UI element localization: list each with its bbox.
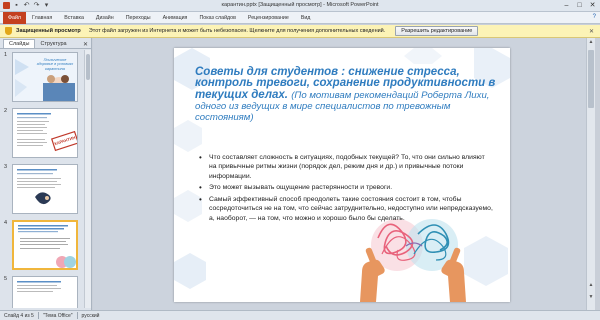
tab-animation[interactable]: Анимация	[157, 12, 194, 24]
slide-number: 1	[4, 52, 8, 58]
ribbon-tabs: Файл Главная Вставка Дизайн Переходы Ани…	[0, 11, 600, 24]
close-icon[interactable]: ✕	[83, 41, 88, 48]
tab-slides[interactable]: Слайды	[3, 39, 36, 48]
bullet-item: Что составляет сложность в ситуациях, по…	[196, 153, 494, 181]
scroll-up-icon[interactable]: ▲	[588, 39, 594, 45]
tab-transitions[interactable]: Переходы	[120, 12, 157, 24]
slide-thumbnails: 1 Психическое здоровье в условиях карант…	[0, 50, 84, 308]
window-title: карантин.pptx [Защищенный просмотр] - Mi…	[221, 2, 379, 8]
slide-3-illustration	[13, 165, 77, 213]
previous-slide-icon[interactable]: ▲	[588, 282, 594, 288]
bullet-item: Самый эффективный способ преодолеть таки…	[196, 195, 494, 223]
slide-thumbnail[interactable]: 3	[4, 164, 80, 216]
title-bar: ▪ ↶ ↷ ▾ карантин.pptx [Защищенный просмо…	[0, 0, 600, 12]
slide-thumbnail-active[interactable]: 4	[4, 220, 80, 272]
slide-4-illustration	[14, 222, 76, 268]
pane-tabs: Слайды Структура ✕	[0, 38, 91, 49]
slide-canvas: Советы для студентов : снижение стресса,…	[93, 38, 593, 310]
enable-editing-button[interactable]: Разрешить редактирование	[395, 26, 479, 36]
slide-number: 5	[4, 276, 8, 282]
tab-review[interactable]: Рецензирование	[242, 12, 295, 24]
slide-thumbnail[interactable]: 2 КАРАНТИН	[4, 108, 80, 160]
minimize-icon[interactable]: –	[561, 1, 572, 10]
scrollbar-thumb[interactable]	[588, 50, 594, 108]
tab-outline[interactable]: Структура	[35, 40, 71, 48]
slide-number: 2	[4, 108, 8, 114]
slide-2-illustration	[13, 109, 77, 157]
current-slide[interactable]: Советы для студентов : снижение стресса,…	[174, 48, 510, 302]
tab-file[interactable]: Файл	[3, 11, 27, 24]
slide-number: 4	[4, 220, 8, 226]
scrollbar-thumb[interactable]	[86, 54, 90, 80]
slide-bullet-list[interactable]: Что составляет сложность в ситуациях, по…	[196, 153, 494, 226]
protected-view-title: Защищенный просмотр	[16, 28, 81, 34]
theme-name: "Тема Office"	[42, 312, 73, 319]
slide-number: 3	[4, 164, 8, 170]
shield-icon	[5, 27, 12, 35]
bullet-item: Это может вызывать ощущение растерянност…	[196, 183, 494, 193]
tab-insert[interactable]: Вставка	[58, 12, 90, 24]
maximize-icon[interactable]: □	[574, 1, 585, 10]
slide-5-illustration	[13, 277, 77, 308]
language-indicator[interactable]: русский	[82, 313, 100, 319]
slide-preview	[12, 164, 78, 214]
tab-view[interactable]: Вид	[295, 12, 317, 24]
slide-preview: КАРАНТИН	[12, 108, 78, 158]
slide-preview	[12, 220, 78, 270]
close-icon[interactable]: ✕	[587, 1, 598, 10]
slide-1-title: Психическое здоровье в условиях карантин…	[36, 58, 74, 71]
slide-preview	[12, 276, 78, 308]
thumbnails-scrollbar[interactable]	[84, 50, 91, 308]
slide-counter: Слайд 4 из 5	[4, 312, 34, 319]
slides-pane: Слайды Структура ✕ 1 Психическое здоровь…	[0, 38, 92, 310]
tab-home[interactable]: Главная	[26, 12, 58, 24]
divider	[76, 312, 78, 319]
status-bar: Слайд 4 из 5 "Тема Office" русский	[0, 310, 600, 320]
slide-thumbnail[interactable]: 1 Психическое здоровье в условиях карант…	[4, 52, 80, 104]
window-controls: – □ ✕	[561, 1, 598, 10]
help-icon[interactable]: ?	[593, 14, 596, 20]
protected-view-bar: Защищенный просмотр Этот файл загружен и…	[0, 25, 600, 38]
tab-slideshow[interactable]: Показ слайдов	[193, 12, 241, 24]
slide-thumbnail[interactable]: 5	[4, 276, 80, 308]
slide-title[interactable]: Советы для студентов : снижение стресса,…	[195, 66, 499, 123]
tangled-threads-illustration	[360, 219, 466, 302]
close-icon[interactable]: ✕	[589, 28, 594, 35]
slide-preview: Психическое здоровье в условиях карантин…	[12, 52, 78, 102]
protected-view-message[interactable]: Этот файл загружен из Интернета и может …	[89, 28, 386, 34]
next-slide-icon[interactable]: ▼	[588, 294, 594, 300]
slide-scrollbar[interactable]: ▲ ▲ ▼	[586, 38, 595, 310]
divider	[37, 312, 39, 319]
tab-design[interactable]: Дизайн	[90, 12, 120, 24]
